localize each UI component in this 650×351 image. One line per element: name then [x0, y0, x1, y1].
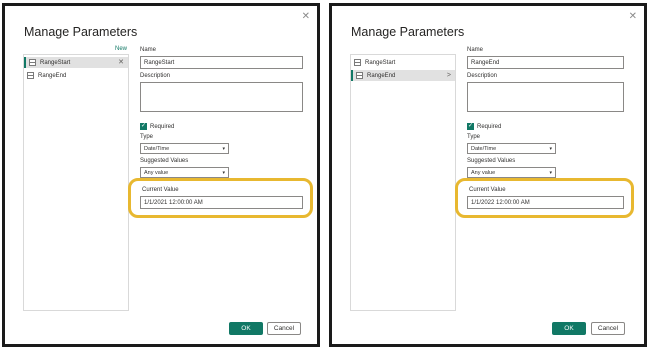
chevron-down-icon: ▾	[549, 169, 552, 176]
parameter-list: RangeStart RangeEnd >	[350, 54, 456, 311]
description-label: Description	[467, 73, 498, 79]
current-value-label: Current Value	[469, 187, 506, 193]
type-value: Date/Time	[144, 145, 170, 152]
chevron-right-icon: >	[446, 72, 451, 79]
parameter-list-item-rangeend[interactable]: RangeEnd >	[351, 70, 455, 81]
suggested-value: Any value	[144, 169, 169, 176]
parameter-icon	[29, 59, 36, 66]
close-icon[interactable]: ✕	[302, 12, 310, 22]
cancel-button[interactable]: Cancel	[267, 322, 301, 335]
parameter-label: RangeEnd	[367, 72, 396, 79]
new-parameter-link[interactable]: New	[115, 46, 127, 52]
required-label: Required	[150, 124, 175, 130]
name-label: Name	[467, 47, 484, 53]
dialog-title: Manage Parameters	[24, 25, 138, 39]
dialog-title: Manage Parameters	[351, 25, 465, 39]
required-label: Required	[477, 124, 502, 130]
required-checkbox[interactable]: ✓	[140, 123, 147, 130]
suggested-values-select[interactable]: Any value ▾	[140, 167, 229, 178]
delete-icon[interactable]: ✕	[118, 57, 124, 68]
type-label: Type	[140, 134, 154, 140]
parameter-label: RangeEnd	[38, 72, 67, 79]
name-input[interactable]: RangeEnd	[467, 56, 624, 69]
suggested-value: Any value	[471, 169, 496, 176]
chevron-down-icon: ▾	[549, 145, 552, 152]
suggested-values-select[interactable]: Any value ▾	[467, 167, 556, 178]
name-label: Name	[140, 47, 157, 53]
description-input[interactable]	[467, 82, 624, 112]
type-select[interactable]: Date/Time ▾	[467, 143, 556, 154]
parameter-icon	[27, 72, 34, 79]
parameter-list-item-rangestart[interactable]: RangeStart	[351, 57, 455, 68]
suggested-values-label: Suggested Values	[140, 158, 189, 164]
ok-button[interactable]: OK	[552, 322, 586, 335]
chevron-down-icon: ▾	[222, 145, 225, 152]
type-value: Date/Time	[471, 145, 497, 152]
chevron-down-icon: ▾	[222, 169, 225, 176]
description-input[interactable]	[140, 82, 303, 112]
parameter-list: RangeStart ✕ RangeEnd	[23, 54, 129, 311]
current-value-input[interactable]: 1/1/2022 12:00:00 AM	[467, 196, 624, 209]
manage-parameters-dialog-right: Manage Parameters ✕ RangeStart RangeEnd …	[329, 3, 647, 347]
manage-parameters-dialog-left: Manage Parameters ✕ New RangeStart ✕ Ran…	[2, 3, 320, 347]
parameter-list-item-rangeend[interactable]: RangeEnd	[24, 70, 128, 81]
close-icon[interactable]: ✕	[629, 12, 637, 22]
parameter-icon	[354, 59, 361, 66]
cancel-button[interactable]: Cancel	[591, 322, 625, 335]
parameter-icon	[356, 72, 363, 79]
required-checkbox[interactable]: ✓	[467, 123, 474, 130]
name-input[interactable]: RangeStart	[140, 56, 303, 69]
parameter-label: RangeStart	[40, 59, 71, 66]
current-value-input[interactable]: 1/1/2021 12:00:00 AM	[140, 196, 303, 209]
type-label: Type	[467, 134, 481, 140]
parameter-label: RangeStart	[365, 59, 396, 66]
suggested-values-label: Suggested Values	[467, 158, 516, 164]
current-value-label: Current Value	[142, 187, 179, 193]
type-select[interactable]: Date/Time ▾	[140, 143, 229, 154]
description-label: Description	[140, 73, 171, 79]
ok-button[interactable]: OK	[229, 322, 263, 335]
parameter-list-item-rangestart[interactable]: RangeStart ✕	[24, 57, 128, 68]
